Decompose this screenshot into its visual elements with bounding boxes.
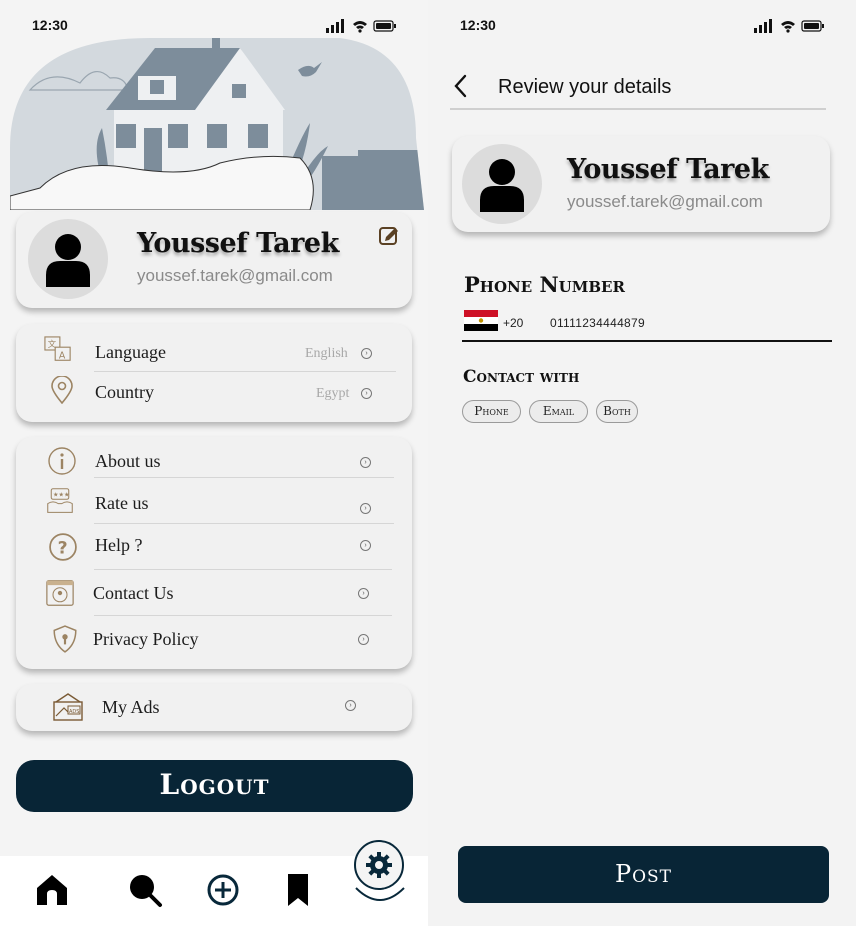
chevron-right-icon: › — [345, 700, 356, 711]
rate-us-row[interactable]: ★★★ Rate us › — [16, 483, 412, 527]
my-ads-label: My Ads — [102, 697, 160, 717]
chevron-right-icon: › — [360, 457, 371, 468]
chevron-right-icon: › — [360, 540, 371, 551]
preferences-card: 文 A Language English › Country Egypt › — [16, 324, 412, 422]
search-icon[interactable] — [127, 872, 163, 908]
home-icon[interactable] — [34, 872, 70, 908]
info-card: About us › ★★★ Rate us › ? Help ? › Cont… — [16, 437, 412, 669]
country-label: Country — [95, 382, 155, 402]
divider — [94, 569, 392, 570]
chevron-right-icon: › — [361, 388, 372, 399]
avatar — [28, 219, 108, 299]
ads-icon: ADS — [53, 693, 83, 721]
translate-icon: 文 A — [44, 336, 71, 361]
status-bar: 12:30 — [0, 0, 428, 38]
dial-code: +20 — [503, 316, 524, 330]
status-time: 12:30 — [32, 17, 68, 33]
phone-number-value: 01111234444879 — [550, 316, 645, 330]
svg-text:★★★: ★★★ — [53, 492, 70, 499]
language-row[interactable]: 文 A Language English › — [16, 330, 412, 374]
language-label: Language — [95, 342, 166, 362]
profile-name: Youssef Tarek — [137, 228, 339, 259]
my-ads-card[interactable]: ADS My Ads › — [16, 684, 412, 731]
contact-us-row[interactable]: Contact Us › — [16, 571, 412, 615]
chevron-right-icon: › — [358, 634, 369, 645]
contact-option-both[interactable]: Both — [596, 400, 638, 423]
svg-text:?: ? — [58, 538, 68, 558]
settings-screen: 12:30 Youssef Tarek youssef.tarek@gmail.… — [0, 0, 428, 926]
chevron-right-icon: › — [361, 348, 372, 359]
contact-icon — [46, 580, 74, 606]
status-bar: 12:30 — [428, 0, 856, 38]
location-pin-icon — [51, 376, 73, 404]
edit-icon[interactable] — [378, 224, 400, 246]
egypt-flag-icon[interactable] — [464, 310, 498, 331]
help-row[interactable]: ? Help ? › — [16, 525, 412, 569]
svg-text:A: A — [59, 350, 66, 361]
review-details-screen: 12:30 Review your details Youssef Tarek … — [428, 0, 856, 926]
rate-us-label: Rate us — [95, 493, 149, 513]
profile-email: youssef.tarek@gmail.com — [137, 266, 333, 285]
bookmark-icon[interactable] — [280, 872, 316, 908]
chevron-right-icon: › — [358, 588, 369, 599]
language-value: English — [305, 346, 348, 361]
help-label: Help ? — [95, 535, 143, 555]
person-icon — [480, 159, 524, 212]
avatar — [462, 144, 542, 224]
privacy-policy-label: Privacy Policy — [93, 629, 199, 649]
page-title: Review your details — [498, 76, 672, 98]
contact-with-title: Contact with — [463, 367, 580, 387]
phone-section-title: Phone Number — [464, 272, 625, 297]
back-arrow-icon[interactable] — [452, 74, 472, 98]
help-icon: ? — [49, 533, 77, 561]
info-icon — [48, 447, 76, 475]
person-icon — [46, 234, 90, 287]
rate-icon: ★★★ — [47, 488, 73, 513]
hero-illustration — [10, 38, 424, 210]
post-button[interactable]: Post — [458, 846, 829, 903]
profile-email: youssef.tarek@gmail.com — [567, 192, 763, 211]
contact-option-email[interactable]: Email — [529, 400, 588, 423]
status-icons — [326, 19, 396, 33]
about-us-label: About us — [95, 451, 161, 471]
shield-icon — [53, 625, 77, 653]
status-time: 12:30 — [460, 17, 496, 33]
svg-text:ADS: ADS — [69, 709, 79, 715]
phone-input[interactable]: +20 01111234444879 — [462, 308, 832, 342]
profile-card: Youssef Tarek youssef.tarek@gmail.com — [452, 136, 830, 232]
profile-name: Youssef Tarek — [567, 154, 769, 185]
settings-tab[interactable] — [354, 840, 404, 890]
svg-text:文: 文 — [48, 339, 57, 349]
divider — [94, 615, 392, 616]
contact-us-label: Contact Us — [93, 583, 174, 603]
country-row[interactable]: Country Egypt › — [16, 370, 412, 414]
status-icons — [754, 19, 824, 33]
add-icon[interactable] — [205, 872, 241, 908]
divider — [94, 477, 394, 478]
profile-card[interactable]: Youssef Tarek youssef.tarek@gmail.com — [16, 212, 412, 308]
contact-option-phone[interactable]: Phone — [462, 400, 521, 423]
country-value: Egypt — [316, 386, 350, 401]
privacy-policy-row[interactable]: Privacy Policy › — [16, 617, 412, 661]
logout-button[interactable]: Logout — [16, 760, 413, 812]
divider — [94, 523, 394, 524]
header: Review your details — [450, 70, 826, 110]
settings-icon — [366, 852, 392, 878]
chevron-right-icon: › — [360, 503, 371, 514]
